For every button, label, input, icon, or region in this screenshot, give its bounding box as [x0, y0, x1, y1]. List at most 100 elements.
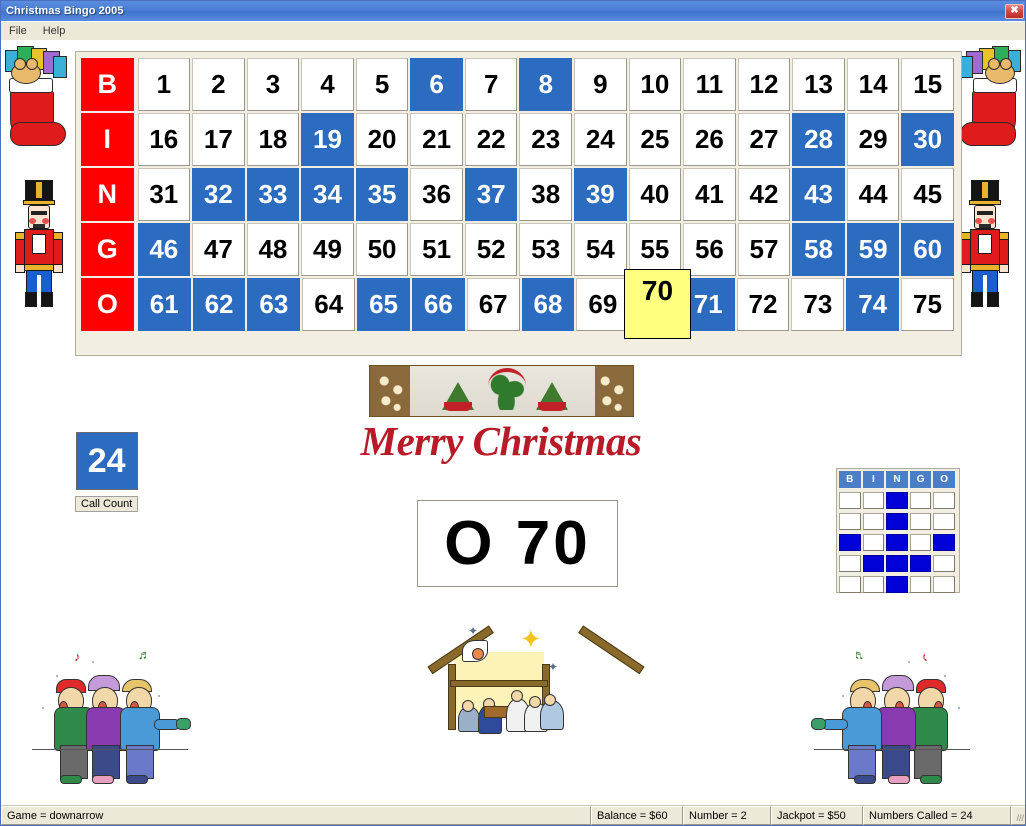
board-cell[interactable]: 64 [302, 278, 356, 331]
board-cell[interactable]: 21 [410, 113, 463, 166]
mini-cell [933, 513, 955, 530]
board-cell[interactable]: 60 [901, 223, 954, 276]
board-cell[interactable]: 24 [574, 113, 627, 166]
board-cell[interactable]: 75 [901, 278, 954, 331]
call-count-value: 24 [75, 432, 138, 490]
mini-cell [839, 576, 861, 593]
bingo-board: B 1 2 3 4 5 6 7 8 9 10 11 12 13 14 15 I … [75, 51, 962, 356]
board-cell[interactable]: 74 [846, 278, 900, 331]
board-cell[interactable]: 53 [519, 223, 573, 276]
board-cell[interactable]: 29 [846, 113, 900, 166]
mini-cell [886, 555, 908, 572]
board-cell[interactable]: 19 [301, 113, 354, 166]
board-cell[interactable]: 38 [519, 168, 573, 221]
board-cell-current[interactable]: 70 [624, 269, 691, 339]
mini-cell [886, 513, 908, 530]
mini-cell [862, 534, 885, 551]
board-cell[interactable]: 27 [737, 113, 791, 166]
board-cell[interactable]: 36 [410, 168, 463, 221]
board-cell[interactable]: 34 [301, 168, 354, 221]
board-header-g: G [81, 223, 134, 276]
board-cell[interactable]: 28 [792, 113, 845, 166]
board-cell[interactable]: 13 [792, 58, 845, 111]
board-cell[interactable]: 16 [137, 113, 191, 166]
board-cell[interactable]: 43 [792, 168, 845, 221]
mini-card-row [839, 492, 957, 511]
pattern-mini-card: B I N G O [836, 468, 960, 593]
board-cell[interactable]: 52 [464, 223, 518, 276]
mini-cell [909, 555, 932, 572]
mini-cell [839, 555, 861, 572]
board-cell[interactable]: 31 [137, 168, 191, 221]
resize-grip[interactable]: /// [1011, 806, 1025, 825]
board-cell[interactable]: 61 [137, 278, 191, 331]
board-cell[interactable]: 10 [628, 58, 682, 111]
board-cell[interactable]: 9 [574, 58, 627, 111]
board-cell[interactable]: 67 [466, 278, 520, 331]
board-cell[interactable]: 5 [355, 58, 409, 111]
board-cell[interactable]: 15 [901, 58, 954, 111]
board-cell[interactable]: 62 [192, 278, 246, 331]
board-cell[interactable]: 32 [192, 168, 245, 221]
menu-item-help[interactable]: Help [35, 23, 74, 39]
mini-header-o: O [933, 471, 955, 488]
mini-header-g: G [909, 471, 932, 488]
board-cell[interactable]: 4 [301, 58, 354, 111]
board-cell[interactable]: 45 [901, 168, 954, 221]
board-cell[interactable]: 40 [628, 168, 682, 221]
menu-item-file[interactable]: File [1, 23, 35, 39]
board-cell[interactable]: 22 [464, 113, 518, 166]
board-cell[interactable]: 17 [192, 113, 245, 166]
board-cell[interactable]: 37 [464, 168, 518, 221]
board-cell[interactable]: 23 [519, 113, 573, 166]
board-cell[interactable]: 56 [683, 223, 736, 276]
board-cell[interactable]: 3 [246, 58, 300, 111]
board-cell[interactable]: 46 [137, 223, 191, 276]
mini-cell [886, 492, 908, 509]
board-cell[interactable]: 30 [901, 113, 954, 166]
board-cell[interactable]: 68 [521, 278, 575, 331]
board-cell[interactable]: 44 [846, 168, 900, 221]
close-button[interactable]: ✖ [1005, 3, 1024, 19]
board-cell[interactable]: 51 [410, 223, 463, 276]
board-cell[interactable]: 48 [246, 223, 300, 276]
board-cell[interactable]: 42 [737, 168, 791, 221]
board-cell[interactable]: 8 [519, 58, 573, 111]
board-cell[interactable]: 20 [355, 113, 409, 166]
banner-text: Merry Christmas [360, 418, 642, 464]
board-cell[interactable]: 59 [846, 223, 900, 276]
status-number: Number = 2 [683, 806, 771, 825]
board-cell[interactable]: 57 [737, 223, 791, 276]
window-title: Christmas Bingo 2005 [6, 5, 124, 17]
board-cell[interactable]: 7 [464, 58, 518, 111]
board-cell[interactable]: 47 [192, 223, 245, 276]
board-cell[interactable]: 6 [410, 58, 463, 111]
mini-cell [886, 576, 908, 593]
board-cell[interactable]: 66 [411, 278, 465, 331]
star-icon: ✦ [520, 624, 542, 654]
board-cell[interactable]: 2 [192, 58, 245, 111]
board-cell[interactable]: 11 [683, 58, 736, 111]
call-count-label: Call Count [75, 496, 139, 512]
board-cell[interactable]: 72 [736, 278, 790, 331]
board-cell[interactable]: 65 [357, 278, 410, 331]
board-row-g: G 46 47 48 49 50 51 52 53 54 55 56 57 58… [81, 223, 956, 276]
board-cell[interactable]: 18 [246, 113, 300, 166]
board-cell[interactable]: 41 [683, 168, 736, 221]
board-cell[interactable]: 58 [792, 223, 845, 276]
board-cell[interactable]: 73 [791, 278, 845, 331]
merry-christmas-banner: Merry Christmas [346, 365, 656, 463]
board-cell[interactable]: 69 [576, 278, 630, 331]
board-cell[interactable]: 49 [301, 223, 354, 276]
board-cell[interactable]: 39 [574, 168, 627, 221]
board-cell[interactable]: 33 [246, 168, 300, 221]
board-cell[interactable]: 25 [628, 113, 682, 166]
board-cell[interactable]: 26 [683, 113, 736, 166]
board-cell[interactable]: 35 [355, 168, 409, 221]
board-cell[interactable]: 12 [737, 58, 791, 111]
board-cell[interactable]: 14 [846, 58, 900, 111]
board-cell[interactable]: 1 [137, 58, 191, 111]
board-cell[interactable]: 54 [574, 223, 627, 276]
board-cell[interactable]: 50 [355, 223, 409, 276]
board-cell[interactable]: 63 [247, 278, 301, 331]
